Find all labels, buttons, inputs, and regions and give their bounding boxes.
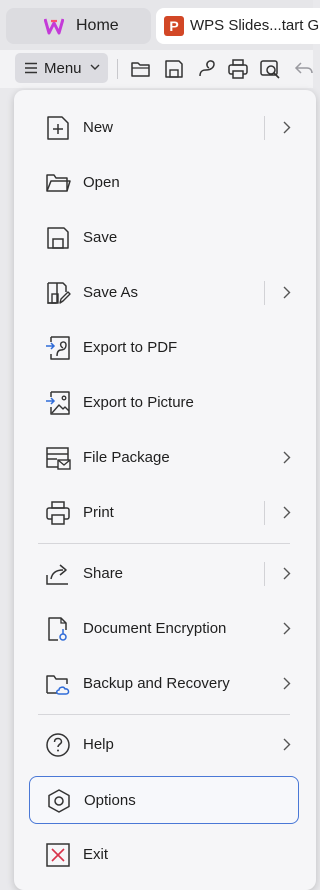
export-picture-icon [46, 391, 70, 415]
menu-item-options[interactable]: Options [29, 776, 299, 824]
menu-item-label: Export to Picture [83, 394, 194, 411]
chevron-right-icon[interactable] [283, 622, 291, 635]
menu-item-help[interactable]: Help [29, 721, 299, 769]
export-pdf-icon[interactable] [196, 58, 218, 80]
split-separator [264, 562, 265, 586]
menu-item-label: Save [83, 229, 118, 246]
file-package-icon [46, 447, 71, 470]
menu-item-label: Backup and Recovery [83, 675, 230, 692]
tab-home-label: Home [76, 17, 119, 34]
backup-recovery-icon [46, 675, 70, 695]
export-pdf-icon [46, 336, 70, 360]
split-separator [264, 116, 265, 140]
new-icon [47, 116, 69, 140]
chevron-right-icon[interactable] [283, 567, 291, 580]
undo-icon[interactable] [293, 58, 315, 80]
split-separator [264, 281, 265, 305]
chevron-right-icon[interactable] [283, 506, 291, 519]
print-preview-icon[interactable] [259, 58, 281, 80]
open-folder-icon[interactable] [130, 58, 152, 80]
chevron-down-icon [90, 64, 100, 70]
split-separator [264, 501, 265, 525]
exit-icon [46, 843, 70, 867]
tab-home[interactable]: Home [6, 8, 151, 44]
menu-item-exit[interactable]: Exit [29, 831, 299, 879]
chevron-right-icon[interactable] [283, 738, 291, 751]
menu-item-label: Help [83, 736, 114, 753]
chevron-right-icon[interactable] [283, 121, 291, 134]
chevron-right-icon[interactable] [283, 286, 291, 299]
menu-button-label: Menu [44, 60, 82, 77]
menu-item-file-package[interactable]: File Package [29, 434, 299, 482]
save-icon [47, 227, 69, 249]
open-icon [46, 174, 71, 192]
print-icon[interactable] [227, 58, 249, 80]
tab-bar: Home P WPS Slides...tart G [0, 0, 320, 50]
menu-item-label: Export to PDF [83, 339, 178, 356]
menu-item-label: Exit [83, 846, 109, 863]
menu-divider [38, 543, 290, 544]
menu-item-export-pdf[interactable]: Export to PDF [29, 324, 299, 372]
tab-document-label: WPS Slides...tart G [190, 17, 320, 34]
chevron-right-icon[interactable] [283, 677, 291, 690]
tab-document[interactable]: P WPS Slides...tart G [156, 8, 320, 44]
menu-item-open[interactable]: Open [29, 159, 299, 207]
wps-logo-icon [44, 18, 64, 35]
hamburger-icon [25, 62, 37, 74]
toolbar-separator [117, 59, 118, 79]
options-icon [48, 789, 70, 813]
menu-item-label: Open [83, 174, 120, 191]
print-icon [46, 501, 70, 525]
share-icon [46, 564, 68, 585]
menu-item-label: Document Encryption [83, 620, 227, 637]
menu-item-label: Options [84, 792, 136, 809]
ppt-icon: P [164, 16, 184, 36]
menu-item-label: New [83, 119, 114, 136]
menu-divider [38, 714, 290, 715]
menu-item-backup-recovery[interactable]: Backup and Recovery [29, 660, 299, 708]
file-menu-panel: New Open Save Save As Export to PDF Expo… [14, 90, 316, 890]
menu-item-label: Save As [83, 284, 139, 301]
menu-item-label: File Package [83, 449, 170, 466]
menu-item-save-as[interactable]: Save As [29, 269, 299, 317]
save-icon[interactable] [163, 58, 185, 80]
help-icon [46, 733, 70, 757]
menu-item-save[interactable]: Save [29, 214, 299, 262]
menu-item-export-picture[interactable]: Export to Picture [29, 379, 299, 427]
menu-item-label: Print [83, 504, 114, 521]
menu-item-share[interactable]: Share [29, 550, 299, 598]
menu-item-label: Share [83, 565, 124, 582]
menu-item-document-encryption[interactable]: Document Encryption [29, 605, 299, 653]
document-encryption-icon [48, 617, 67, 641]
save-as-icon [47, 282, 71, 304]
menu-button[interactable]: Menu [15, 53, 108, 83]
quick-toolbar: Menu [0, 50, 313, 88]
menu-item-new[interactable]: New [29, 104, 299, 152]
chevron-right-icon[interactable] [283, 451, 291, 464]
menu-item-print[interactable]: Print [29, 489, 299, 537]
